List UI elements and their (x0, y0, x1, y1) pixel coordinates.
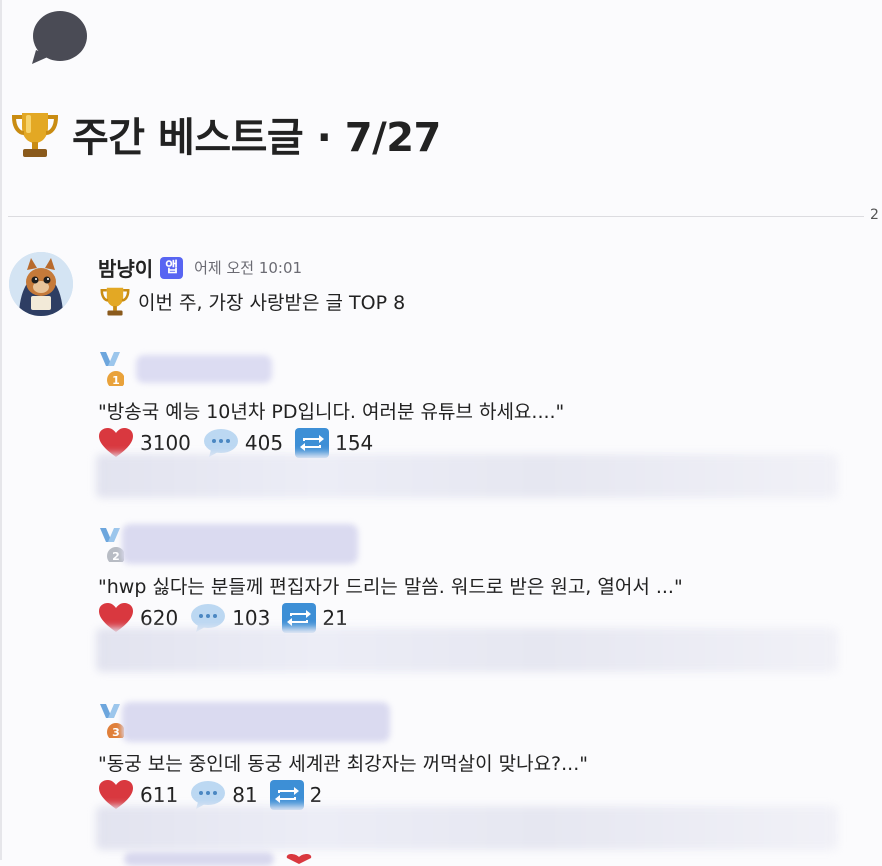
svg-text:3: 3 (112, 726, 120, 738)
timestamp[interactable]: 어제 오전 10:01 (194, 257, 302, 278)
message-header: 밤냥이 앱 어제 오전 10:01 (98, 253, 302, 282)
trophy-icon (100, 287, 130, 316)
page-title: 주간 베스트글 · 7/27 (8, 104, 441, 164)
intro-text: 이번 주, 가장 사랑받은 글 TOP 8 (138, 291, 406, 314)
speech-bubble-icon (32, 11, 87, 64)
window-edge (0, 0, 2, 860)
post-author-blurred (122, 702, 390, 742)
next-post-blurred (124, 852, 274, 866)
divider (8, 216, 864, 217)
heart-icon (286, 854, 312, 864)
post-quote[interactable]: "hwp 싫다는 분들께 편집자가 드리는 말씀. 워드로 받은 원고, 열어서… (98, 572, 683, 599)
like-count: 3100 (140, 431, 191, 455)
list-item: 2 "hwp 싫다는 분들께 편집자가 드리는 말씀. 워드로 받은 원고, 열… (96, 524, 856, 678)
post-preview-blurred (96, 806, 838, 850)
svg-text:1: 1 (112, 374, 120, 386)
post-author-blurred (136, 355, 272, 383)
like-count: 611 (140, 783, 179, 807)
trophy-icon (11, 113, 59, 157)
post-preview-blurred (96, 628, 838, 672)
comment-count: 405 (244, 431, 284, 455)
repost-count: 21 (322, 606, 348, 630)
cat-avatar-icon (9, 252, 73, 316)
author-name[interactable]: 밤냥이 (98, 253, 153, 282)
edge-number: 2 (870, 207, 879, 223)
list-item: 1 "방송국 예능 10년차 PD입니다. 여러분 유튜브 하세요...." 3… (96, 352, 856, 502)
medal-icon: 1 (100, 352, 124, 386)
comment-count: 103 (232, 606, 271, 630)
avatar[interactable] (9, 252, 73, 316)
medal-icon: 2 (100, 528, 124, 562)
post-quote[interactable]: "방송국 예능 10년차 PD입니다. 여러분 유튜브 하세요...." (98, 397, 564, 424)
app-badge: 앱 (160, 256, 184, 279)
medal-icon: 3 (100, 704, 124, 738)
list-item: 3 "동궁 보는 중인데 동궁 세계관 최강자는 꺼먹살이 맞나요?..." 6… (96, 702, 856, 866)
post-quote[interactable]: "동궁 보는 중인데 동궁 세계관 최강자는 꺼먹살이 맞나요?..." (98, 749, 588, 776)
repost-count: 154 (335, 431, 374, 455)
title-text: 주간 베스트글 · 7/27 (72, 115, 441, 161)
post-author-blurred (122, 524, 358, 564)
repost-count: 2 (309, 783, 323, 807)
post-preview-blurred (96, 454, 838, 498)
like-count: 620 (140, 606, 179, 630)
message-intro: 이번 주, 가장 사랑받은 글 TOP 8 (98, 284, 405, 318)
comment-count: 81 (232, 783, 258, 807)
svg-text:2: 2 (112, 550, 120, 562)
